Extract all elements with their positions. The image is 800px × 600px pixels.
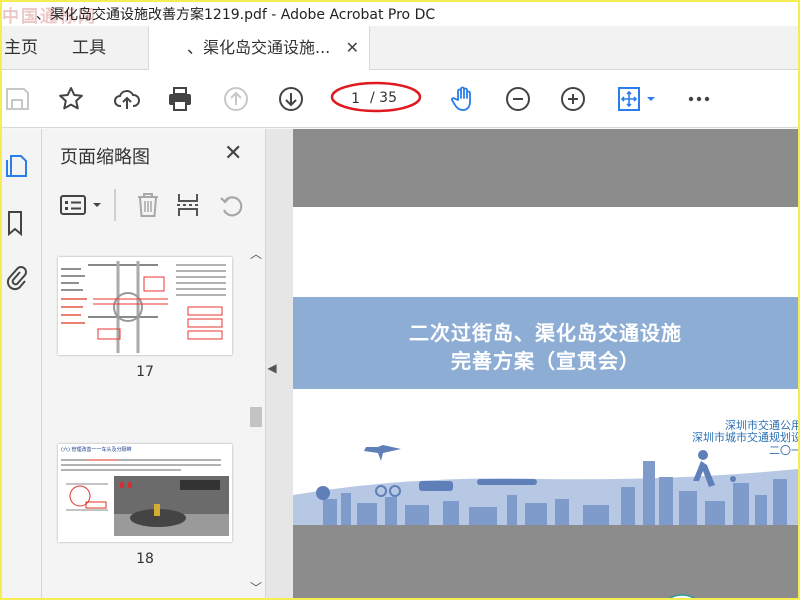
toolbar: / 35 (2, 70, 798, 128)
zoom-in-icon (561, 87, 585, 111)
zoom-out-icon (506, 87, 530, 111)
bookmark-icon (8, 211, 22, 237)
delete-page-button[interactable] (134, 189, 162, 221)
page-navigation: / 35 (330, 81, 426, 114)
tab-document-label: 、渠化岛交通设施... (187, 38, 331, 57)
extract-page-button[interactable] (174, 189, 202, 221)
attachments-tab[interactable] (2, 261, 30, 293)
page-thumbnails-tab[interactable] (2, 149, 30, 181)
document-page-area: 二次过街岛、渠化岛交通设施 完善方案（宣贯会） 深圳市交通公用 深圳市城市交通规… (293, 129, 798, 598)
list-options-icon (60, 195, 86, 215)
tab-close-button[interactable]: ✕ (346, 26, 359, 70)
thumbnail-page-17[interactable] (58, 257, 232, 355)
highlight-oval (330, 81, 422, 113)
zoom-out-button[interactable] (503, 84, 533, 114)
save-icon (6, 88, 29, 110)
upload-button[interactable] (112, 84, 142, 114)
bookmarks-tab[interactable] (2, 207, 30, 239)
navigation-rail (2, 129, 42, 598)
zoom-in-button[interactable] (558, 84, 588, 114)
fit-page-icon (618, 87, 640, 111)
bookmark-star-button[interactable] (56, 84, 86, 114)
rotate-icon (220, 196, 243, 217)
page-extract-icon (177, 194, 198, 216)
title-banner: 二次过街岛、渠化岛交通设施 完善方案（宣贯会） (293, 297, 798, 389)
thumbnail-list: 17 (六) 管理改善一一车头及分隔带 18 (42, 239, 248, 598)
tab-bar: 主页 工具 、渠化岛交通设施... ✕ (2, 26, 798, 71)
floating-card-edge (668, 594, 696, 598)
page-17-preview (61, 261, 226, 353)
chevron-down-icon (93, 203, 101, 207)
thumbnail-options-dropdown[interactable] (90, 189, 104, 221)
thumbnail-label-18: 18 (136, 551, 154, 567)
window-title: 、渠化岛交通设施改善方案1219.pdf - Adobe Acrobat Pro… (36, 7, 436, 23)
thumbnail-page-18[interactable]: (六) 管理改善一一车头及分隔带 (58, 444, 232, 542)
page-down-icon (279, 87, 303, 111)
save-button[interactable] (2, 84, 32, 114)
previous-page-button[interactable] (221, 84, 251, 114)
rotate-page-button[interactable] (218, 189, 246, 221)
scrollbar-thumb[interactable] (250, 407, 262, 427)
next-page-button[interactable] (276, 84, 306, 114)
acrobat-window: 中国通标网 、渠化岛交通设施改善方案1219.pdf - Adobe Acrob… (2, 2, 798, 598)
thumbnail-label-17: 17 (136, 364, 154, 380)
slide-title-line-1: 二次过街岛、渠化岛交通设施 (409, 321, 682, 345)
thumbnail-options-button[interactable] (60, 189, 86, 221)
page-thumbnails-icon (6, 155, 27, 177)
fit-page-dropdown[interactable] (644, 84, 658, 114)
document-viewer: ◀ 二次过街岛、渠化岛交通设施 完善方案（宣贯会） 深圳市交通公用 深圳市城市交… (266, 129, 798, 598)
thumbnail-scrollbar[interactable]: ︿ ﹀ (246, 239, 264, 598)
print-icon (169, 87, 191, 111)
scroll-up-arrow[interactable]: ︿ (248, 245, 264, 262)
cloud-upload-icon (114, 90, 140, 109)
city-skyline-illustration (293, 445, 798, 525)
paperclip-icon (6, 266, 27, 291)
slide-title-line-2: 完善方案（宣贯会） (451, 349, 640, 373)
hand-tool-icon (451, 86, 471, 111)
more-tools-button[interactable] (684, 84, 714, 114)
page-thumbnails-panel: 页面缩略图 ✕ 17 (六) 管理改善一一车头及分隔带 18 ︿ ﹀ (42, 129, 266, 598)
toolbar-divider (114, 189, 116, 221)
title-bar: 中国通标网 、渠化岛交通设施改善方案1219.pdf - Adobe Acrob… (2, 2, 798, 26)
panel-title: 页面缩略图 (60, 147, 150, 168)
chevron-down-icon (647, 97, 655, 101)
print-button[interactable] (165, 84, 195, 114)
page-up-icon (224, 87, 248, 111)
tab-document[interactable]: 、渠化岛交通设施... ✕ (148, 26, 370, 71)
thumbnail-18-heading: (六) 管理改善一一车头及分隔带 (61, 447, 132, 453)
panel-close-button[interactable]: ✕ (224, 141, 242, 166)
hand-tool-button[interactable] (448, 84, 478, 114)
trash-icon (138, 193, 158, 217)
tab-tools[interactable]: 工具 (72, 26, 106, 70)
star-icon (59, 87, 83, 110)
tab-home[interactable]: 主页 (4, 26, 38, 70)
slide-page: 二次过街岛、渠化岛交通设施 完善方案（宣贯会） 深圳市交通公用 深圳市城市交通规… (293, 207, 798, 525)
collapse-panel-handle[interactable]: ◀ (266, 355, 278, 381)
fit-page-button[interactable] (614, 84, 644, 114)
page-18-preview (61, 459, 229, 536)
panel-toolbar (60, 189, 260, 221)
more-icon (688, 96, 710, 102)
scroll-down-arrow[interactable]: ﹀ (248, 579, 264, 596)
